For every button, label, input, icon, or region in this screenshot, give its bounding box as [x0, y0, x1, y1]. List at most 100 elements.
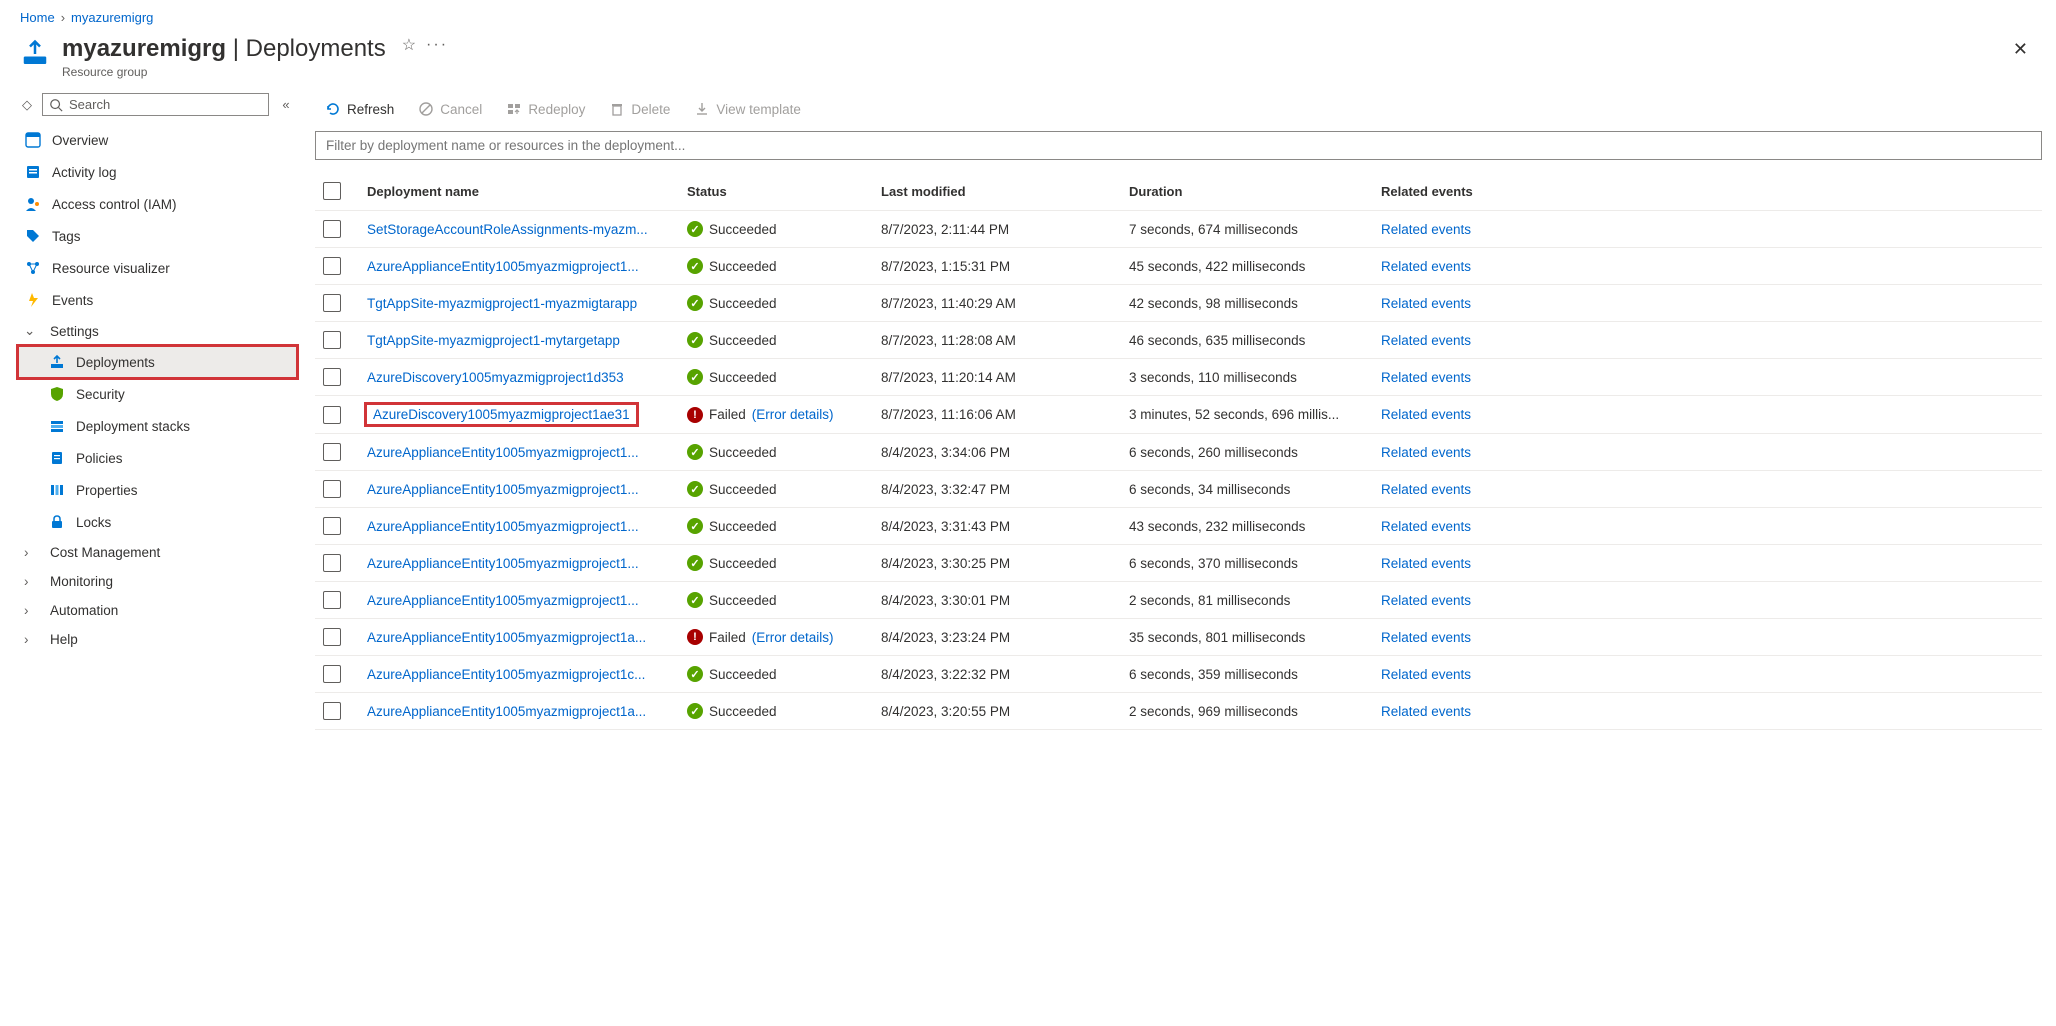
row-checkbox[interactable]	[323, 331, 341, 349]
row-checkbox[interactable]	[323, 628, 341, 646]
sidebar-item-access[interactable]: Access control (IAM)	[18, 188, 297, 220]
deployment-name-link[interactable]: AzureApplianceEntity1005myazmigproject1a…	[367, 704, 646, 719]
close-button[interactable]: ✕	[2005, 35, 2036, 64]
sidebar-group-monitoring[interactable]: › Monitoring	[18, 567, 297, 596]
deployment-name-link[interactable]: TgtAppSite-myazmigproject1-mytargetapp	[367, 333, 620, 348]
sidebar-item-deployments[interactable]: Deployments	[18, 346, 297, 378]
related-events-link[interactable]: Related events	[1381, 593, 1471, 608]
sidebar-item-policies[interactable]: Policies	[18, 442, 297, 474]
sidebar-group-automation[interactable]: › Automation	[18, 596, 297, 625]
last-modified: 8/7/2023, 2:11:44 PM	[873, 211, 1121, 248]
row-checkbox[interactable]	[323, 406, 341, 424]
more-icon[interactable]: ···	[426, 36, 448, 54]
deployment-name-link[interactable]: AzureApplianceEntity1005myazmigproject1.…	[367, 482, 639, 497]
related-events-link[interactable]: Related events	[1381, 704, 1471, 719]
success-icon	[687, 369, 703, 385]
status-text: Succeeded	[709, 704, 777, 719]
sidebar-item-resvis[interactable]: Resource visualizer	[18, 252, 297, 284]
related-events-link[interactable]: Related events	[1381, 556, 1471, 571]
error-details-link[interactable]: (Error details)	[752, 407, 834, 422]
col-name[interactable]: Deployment name	[359, 172, 679, 211]
toolbar: Refresh Cancel Redeploy Delete View temp…	[305, 93, 2042, 131]
related-events-link[interactable]: Related events	[1381, 222, 1471, 237]
deployment-name-link[interactable]: AzureApplianceEntity1005myazmigproject1.…	[367, 593, 639, 608]
col-modified[interactable]: Last modified	[873, 172, 1121, 211]
related-events-link[interactable]: Related events	[1381, 667, 1471, 682]
row-checkbox[interactable]	[323, 665, 341, 683]
row-checkbox[interactable]	[323, 554, 341, 572]
select-all-checkbox[interactable]	[323, 182, 341, 200]
sidebar-item-depstacks[interactable]: Deployment stacks	[18, 410, 297, 442]
favorite-icon[interactable]: ☆	[402, 35, 416, 55]
status-text: Succeeded	[709, 222, 777, 237]
refresh-button[interactable]: Refresh	[315, 97, 404, 121]
breadcrumb-home[interactable]: Home	[20, 10, 55, 25]
pin-icon[interactable]: ◇	[18, 97, 36, 113]
related-events-link[interactable]: Related events	[1381, 407, 1471, 422]
deployment-name-link[interactable]: AzureApplianceEntity1005myazmigproject1.…	[367, 556, 639, 571]
deployment-name-link[interactable]: SetStorageAccountRoleAssignments-myazm..…	[367, 222, 648, 237]
breadcrumb-rg[interactable]: myazuremigrg	[71, 10, 153, 25]
success-icon	[687, 703, 703, 719]
related-events-link[interactable]: Related events	[1381, 370, 1471, 385]
filter-input[interactable]	[315, 131, 2042, 160]
deployment-name-link[interactable]: AzureDiscovery1005myazmigproject1d353	[367, 370, 624, 385]
sidebar-item-label: Overview	[52, 133, 108, 148]
sidebar-item-security[interactable]: Security	[18, 378, 297, 410]
access-control-icon	[24, 195, 42, 213]
error-details-link[interactable]: (Error details)	[752, 630, 834, 645]
sidebar-item-events[interactable]: Events	[18, 284, 297, 316]
tags-icon	[24, 227, 42, 245]
deployment-name-link[interactable]: TgtAppSite-myazmigproject1-myazmigtarapp	[367, 296, 637, 311]
events-icon	[24, 291, 42, 309]
deployment-name-link[interactable]: AzureApplianceEntity1005myazmigproject1.…	[367, 519, 639, 534]
deployment-name-link[interactable]: AzureApplianceEntity1005myazmigproject1.…	[367, 259, 639, 274]
col-status[interactable]: Status	[679, 172, 873, 211]
sidebar-group-label: Automation	[50, 603, 118, 618]
sidebar-group-cost[interactable]: › Cost Management	[18, 538, 297, 567]
sidebar-item-properties[interactable]: Properties	[18, 474, 297, 506]
row-checkbox[interactable]	[323, 257, 341, 275]
sidebar-item-locks[interactable]: Locks	[18, 506, 297, 538]
sidebar-item-activity[interactable]: Activity log	[18, 156, 297, 188]
last-modified: 8/7/2023, 11:40:29 AM	[873, 285, 1121, 322]
sidebar-group-help[interactable]: › Help	[18, 625, 297, 654]
row-checkbox[interactable]	[323, 220, 341, 238]
last-modified: 8/4/2023, 3:34:06 PM	[873, 434, 1121, 471]
last-modified: 8/7/2023, 11:20:14 AM	[873, 359, 1121, 396]
last-modified: 8/4/2023, 3:30:01 PM	[873, 582, 1121, 619]
search-input[interactable]: Search	[42, 93, 269, 116]
related-events-link[interactable]: Related events	[1381, 519, 1471, 534]
deployment-name-link[interactable]: AzureApplianceEntity1005myazmigproject1a…	[367, 630, 646, 645]
col-related[interactable]: Related events	[1373, 172, 2042, 211]
success-icon	[687, 666, 703, 682]
breadcrumb: Home › myazuremigrg	[0, 0, 2056, 29]
related-events-link[interactable]: Related events	[1381, 333, 1471, 348]
duration: 43 seconds, 232 milliseconds	[1121, 508, 1373, 545]
view-template-button: View template	[684, 97, 811, 121]
row-checkbox[interactable]	[323, 443, 341, 461]
row-checkbox[interactable]	[323, 480, 341, 498]
policies-icon	[48, 449, 66, 467]
deployment-name-link[interactable]: AzureApplianceEntity1005myazmigproject1.…	[367, 445, 639, 460]
related-events-link[interactable]: Related events	[1381, 259, 1471, 274]
related-events-link[interactable]: Related events	[1381, 482, 1471, 497]
table-row: AzureDiscovery1005myazmigproject1ae31Fai…	[315, 396, 2042, 434]
collapse-icon[interactable]: «	[275, 97, 297, 112]
deployment-name-link[interactable]: AzureApplianceEntity1005myazmigproject1c…	[367, 667, 645, 682]
related-events-link[interactable]: Related events	[1381, 296, 1471, 311]
row-checkbox[interactable]	[323, 294, 341, 312]
sidebar-item-overview[interactable]: Overview	[18, 124, 297, 156]
related-events-link[interactable]: Related events	[1381, 445, 1471, 460]
table-row: AzureApplianceEntity1005myazmigproject1.…	[315, 471, 2042, 508]
last-modified: 8/4/2023, 3:23:24 PM	[873, 619, 1121, 656]
col-duration[interactable]: Duration	[1121, 172, 1373, 211]
row-checkbox[interactable]	[323, 368, 341, 386]
row-checkbox[interactable]	[323, 591, 341, 609]
sidebar-item-tags[interactable]: Tags	[18, 220, 297, 252]
sidebar-group-settings[interactable]: ⌄ Settings	[18, 316, 297, 346]
row-checkbox[interactable]	[323, 517, 341, 535]
row-checkbox[interactable]	[323, 702, 341, 720]
deployment-name-link[interactable]: AzureDiscovery1005myazmigproject1ae31	[367, 405, 636, 424]
related-events-link[interactable]: Related events	[1381, 630, 1471, 645]
